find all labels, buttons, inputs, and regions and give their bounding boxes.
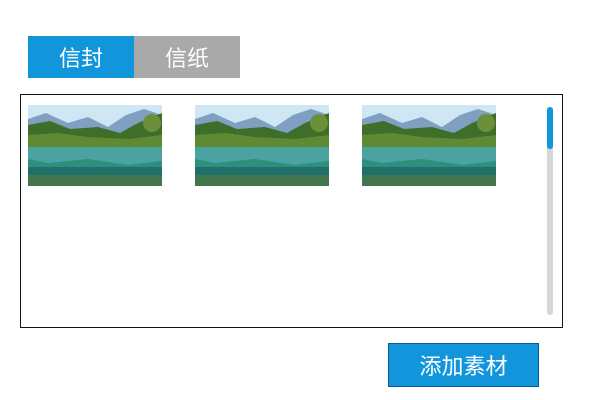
tab-bar: 信封 信纸 xyxy=(28,36,240,78)
material-thumbnail[interactable] xyxy=(195,105,329,186)
scrollbar-thumb[interactable] xyxy=(547,107,553,149)
thumbnail-list xyxy=(28,105,496,186)
add-material-button[interactable]: 添加素材 xyxy=(388,343,539,387)
tab-letter-paper[interactable]: 信纸 xyxy=(134,36,240,78)
landscape-image xyxy=(28,105,162,186)
material-panel xyxy=(20,94,563,328)
tab-envelope[interactable]: 信封 xyxy=(28,36,134,78)
vertical-scrollbar[interactable] xyxy=(547,107,553,315)
material-thumbnail[interactable] xyxy=(362,105,496,186)
landscape-image xyxy=(362,105,496,186)
material-thumbnail[interactable] xyxy=(28,105,162,186)
landscape-image xyxy=(195,105,329,186)
